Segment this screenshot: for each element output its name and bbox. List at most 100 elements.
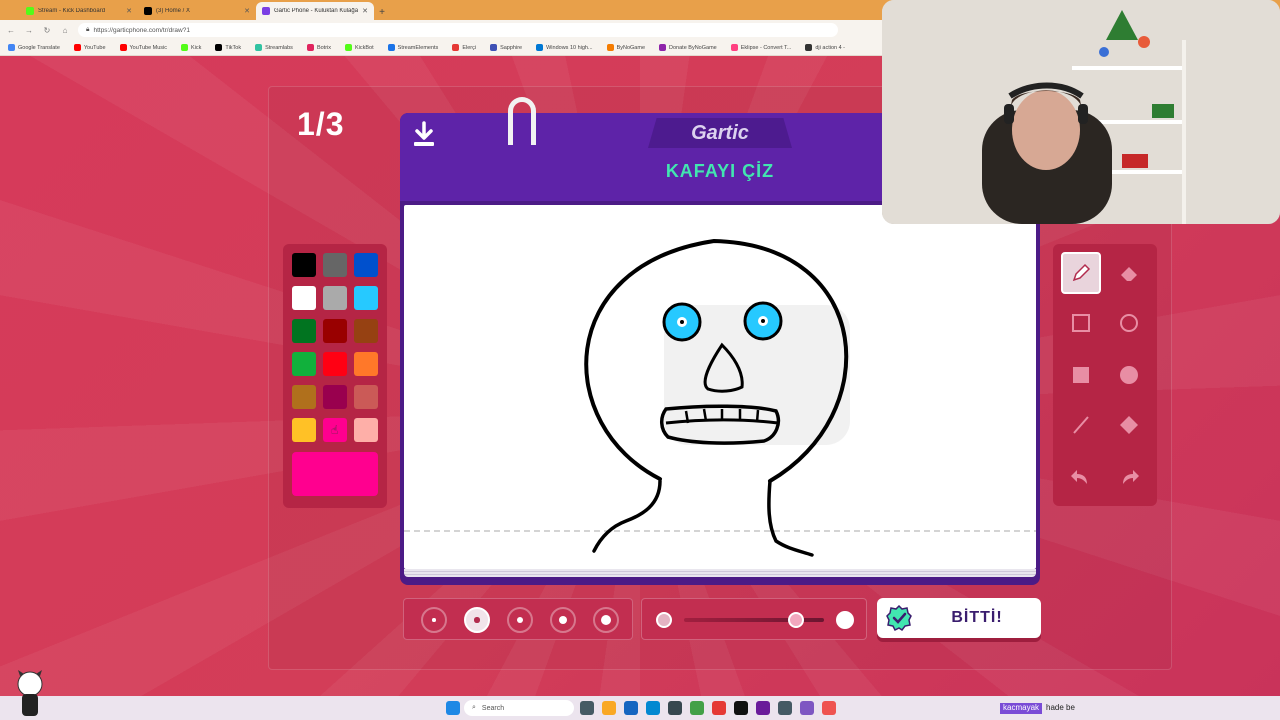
bookmark-label: Botrix	[316, 44, 331, 51]
color-swatch[interactable]	[292, 352, 316, 376]
color-swatch[interactable]	[354, 319, 378, 343]
windows-taskbar: ⌕ Search	[0, 696, 1280, 720]
circle-fill-icon[interactable]	[1109, 354, 1149, 396]
brush-size-option[interactable]	[464, 607, 490, 633]
done-button[interactable]: BİTTİ!	[877, 598, 1041, 638]
rectangle-outline-icon[interactable]	[1061, 302, 1101, 344]
brush-size-option[interactable]	[593, 607, 619, 633]
browser-tab-active[interactable]: Gartic Phone - Kuluktan Kulağa ✕	[256, 2, 374, 20]
bookmark-label: KickBot	[355, 44, 374, 51]
bookmark-item[interactable]: KickBot	[345, 44, 374, 51]
opacity-bar	[641, 598, 867, 640]
toolbox	[1053, 244, 1157, 506]
browser-tab[interactable]: (3) Home / X ✕	[138, 2, 256, 20]
bookmark-favicon-icon	[452, 44, 460, 51]
browser-tab[interactable]: Stream - Kick Dashboard ✕	[20, 2, 138, 20]
app-icon[interactable]	[756, 701, 770, 715]
bookmark-label: Elerçi	[462, 44, 477, 51]
tab-title: Stream - Kick Dashboard	[38, 8, 106, 14]
bookmark-item[interactable]: Streamlabs	[255, 44, 293, 51]
color-swatch[interactable]	[323, 286, 347, 310]
forward-icon[interactable]: →	[24, 26, 34, 35]
store-icon[interactable]	[624, 701, 638, 715]
search-icon: ⌕	[472, 704, 476, 711]
bookmark-item[interactable]: YouTube Music	[119, 44, 167, 51]
bookmark-item[interactable]: Eklipse - Convert T...	[730, 44, 791, 51]
bookmark-item[interactable]: StreamElements	[387, 44, 439, 51]
app-icon[interactable]	[822, 701, 836, 715]
close-icon[interactable]: ✕	[362, 7, 368, 15]
color-swatch[interactable]	[354, 418, 378, 442]
brush-size-bar	[403, 598, 633, 640]
taskbar-search[interactable]: ⌕ Search	[464, 700, 574, 716]
bookmark-item[interactable]: Botrix	[306, 44, 331, 51]
current-color-preview	[292, 452, 378, 496]
brush-size-option[interactable]	[550, 607, 576, 633]
circle-outline-icon[interactable]	[1109, 302, 1149, 344]
bookmark-favicon-icon	[345, 44, 352, 51]
color-swatch[interactable]	[323, 385, 347, 409]
line-icon[interactable]	[1061, 404, 1101, 446]
color-swatch[interactable]	[292, 418, 316, 442]
drawing-canvas[interactable]	[404, 205, 1036, 569]
color-swatch[interactable]	[354, 385, 378, 409]
undo-icon[interactable]	[1061, 456, 1101, 498]
color-swatch[interactable]	[323, 253, 347, 277]
edge-icon[interactable]	[646, 701, 660, 715]
bookmark-item[interactable]: Windows 10 high...	[536, 44, 593, 51]
color-swatch[interactable]	[323, 319, 347, 343]
bookmark-item[interactable]: YouTube	[73, 44, 106, 51]
bookmark-label: Google Translate	[18, 44, 60, 51]
color-swatch[interactable]	[354, 286, 378, 310]
reload-icon[interactable]: ↻	[42, 26, 52, 35]
windows-start-icon[interactable]	[446, 701, 460, 715]
new-tab-button[interactable]: +	[374, 4, 390, 20]
bookmark-item[interactable]: TikTok	[215, 44, 241, 51]
lock-icon: 🔒︎	[86, 26, 90, 33]
close-icon[interactable]: ✕	[244, 7, 250, 15]
obs-icon[interactable]	[668, 701, 682, 715]
task-view-icon[interactable]	[580, 701, 594, 715]
brush-size-option[interactable]	[507, 607, 533, 633]
bookmark-favicon-icon	[215, 44, 223, 51]
back-icon[interactable]: ←	[6, 26, 16, 35]
settings-icon[interactable]	[778, 701, 792, 715]
eraser-icon[interactable]	[1109, 252, 1149, 294]
bookmark-item[interactable]: Kick	[181, 44, 201, 51]
color-swatch[interactable]	[354, 352, 378, 376]
bookmark-label: StreamElements	[397, 44, 439, 51]
bookmark-favicon-icon	[255, 44, 263, 51]
color-swatch[interactable]	[292, 319, 316, 343]
rectangle-fill-icon[interactable]	[1061, 354, 1101, 396]
discord-icon[interactable]	[800, 701, 814, 715]
bookmark-item[interactable]: ByNoGame	[606, 44, 645, 51]
bookmark-item[interactable]: Sapphire	[490, 44, 522, 51]
home-icon[interactable]: ⌂	[60, 26, 70, 35]
opacity-max-icon	[836, 611, 854, 629]
fill-bucket-icon[interactable]	[1109, 404, 1149, 446]
color-swatch[interactable]	[354, 253, 378, 277]
opacity-slider-handle[interactable]	[788, 612, 804, 628]
opacity-min-icon	[656, 612, 672, 628]
brush-size-option[interactable]	[421, 607, 447, 633]
chrome-icon[interactable]	[690, 701, 704, 715]
gartic-logo: Gartic	[648, 118, 792, 148]
close-icon[interactable]: ✕	[126, 7, 132, 15]
bookmark-item[interactable]: Google Translate	[8, 44, 60, 51]
bookmark-item[interactable]: Elerçi	[452, 44, 476, 51]
check-badge-icon	[886, 604, 912, 632]
url-field[interactable]: 🔒︎ https://garticphone.com/tr/draw?1	[78, 23, 838, 37]
redo-icon[interactable]	[1109, 456, 1149, 498]
download-icon[interactable]	[412, 121, 436, 149]
file-explorer-icon[interactable]	[602, 701, 616, 715]
x-app-icon[interactable]	[734, 701, 748, 715]
app-icon[interactable]	[712, 701, 726, 715]
color-swatch[interactable]	[292, 253, 316, 277]
color-swatch[interactable]	[292, 286, 316, 310]
bookmark-item[interactable]: dji action 4 -	[805, 44, 845, 51]
pencil-icon[interactable]	[1061, 252, 1101, 294]
color-swatch[interactable]	[292, 385, 316, 409]
color-swatch[interactable]	[323, 352, 347, 376]
bookmark-favicon-icon	[181, 44, 189, 51]
bookmark-item[interactable]: Donate ByNoGame	[659, 44, 717, 51]
